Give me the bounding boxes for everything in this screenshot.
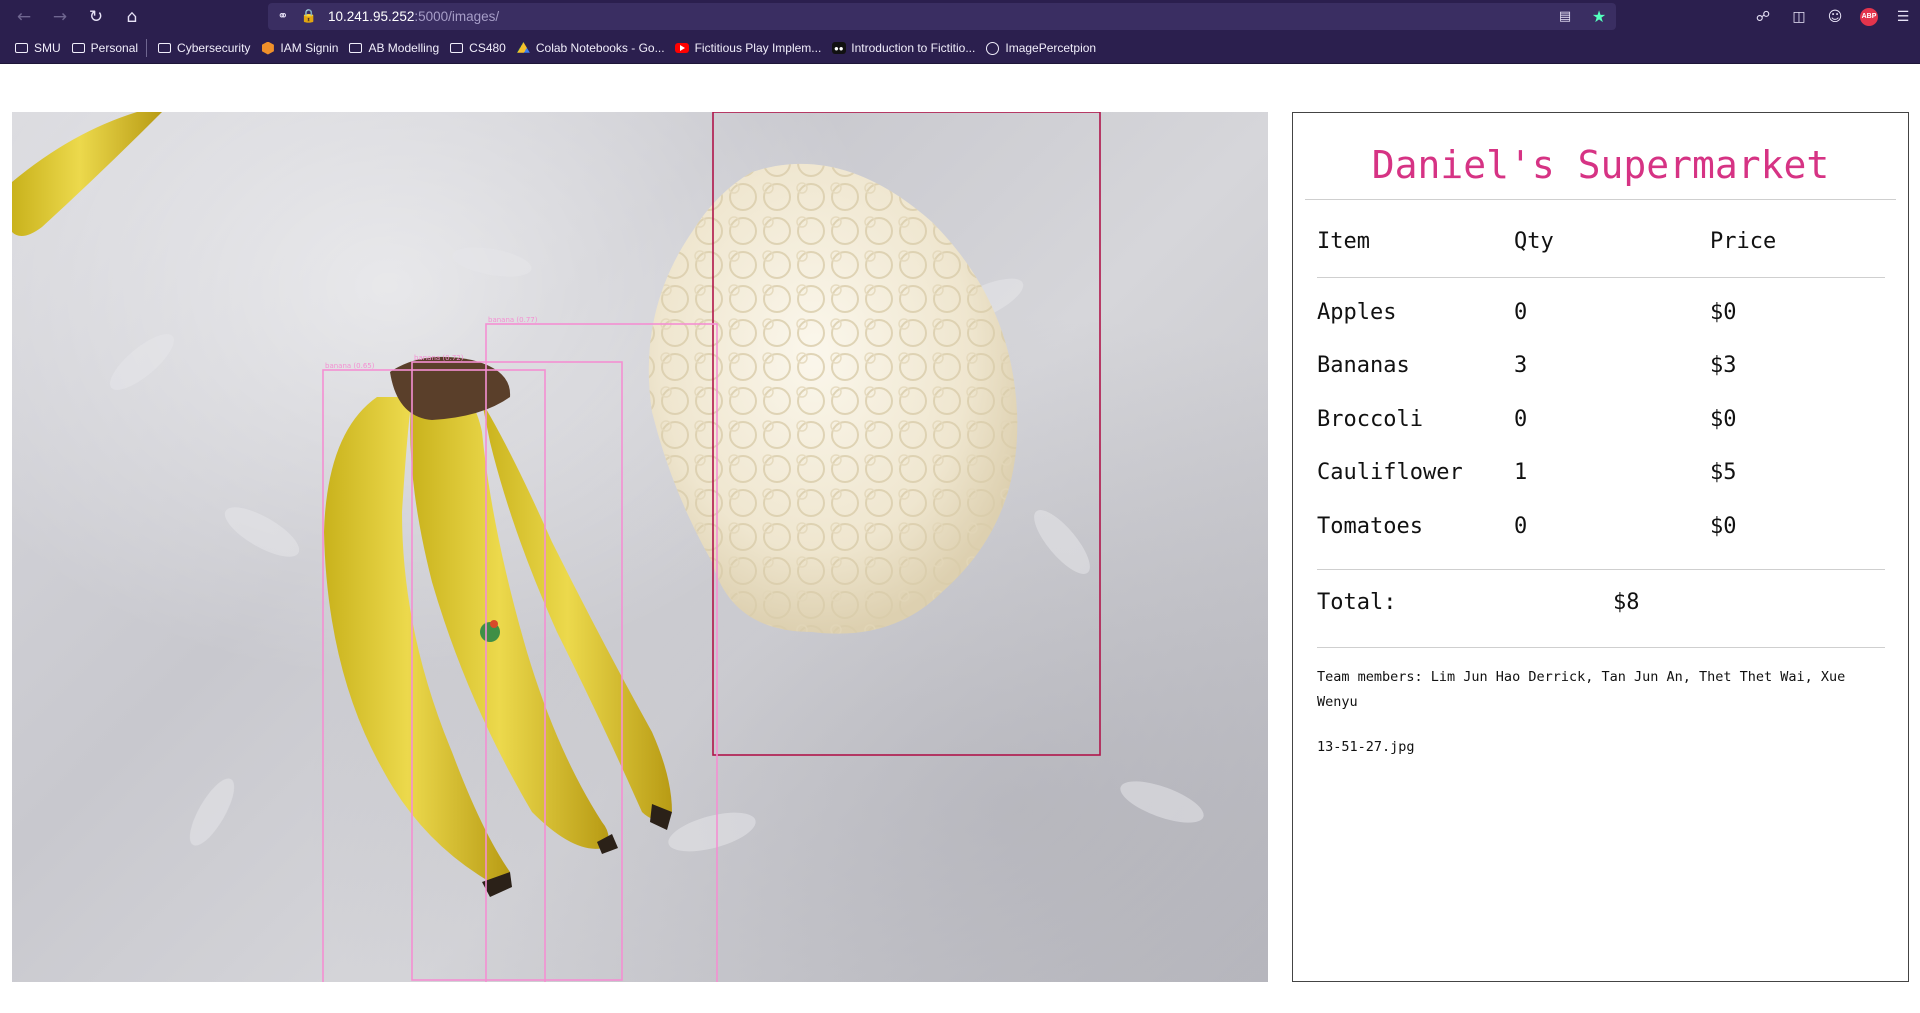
bookmark-iam-signin[interactable]: IAM Signin	[256, 36, 342, 60]
reload-button[interactable]: ↻	[78, 0, 114, 33]
receipt-row-tomatoes: Tomatoes 0 $0	[1317, 514, 1887, 546]
bookmark-smu[interactable]: SMU	[10, 36, 65, 60]
medium-icon: ●●	[831, 42, 846, 54]
folder-icon	[71, 43, 85, 53]
team-members: Team members: Lim Jun Hao Derrick, Tan J…	[1317, 669, 1846, 710]
sidebar-icon[interactable]: ◫	[1788, 6, 1810, 28]
back-button[interactable]: ←	[6, 0, 42, 33]
bookmark-label: Fictitious Play Implem...	[694, 41, 822, 55]
bananas	[324, 356, 672, 897]
bookmark-cybersecurity[interactable]: Cybersecurity	[153, 36, 254, 60]
aws-icon	[261, 41, 274, 55]
adblock-plus-icon[interactable]: ABP	[1860, 7, 1878, 26]
detection-image: banana (0.77) banana (0.72) banana (0.65…	[12, 112, 1268, 982]
row-qty: 0	[1514, 300, 1528, 325]
cauliflower	[648, 163, 1018, 634]
bookmark-label: SMU	[34, 41, 61, 55]
forward-button[interactable]: →	[42, 0, 78, 33]
row-item: Broccoli	[1317, 407, 1423, 432]
shield-icon[interactable]: ⚭	[272, 6, 294, 28]
bookmark-colab[interactable]: Colab Notebooks - Go...	[512, 36, 669, 60]
row-qty: 1	[1514, 460, 1528, 485]
home-button[interactable]: ⌂	[114, 0, 150, 33]
bookmark-label: Cybersecurity	[177, 41, 251, 55]
bookmark-label: CS480	[469, 41, 506, 55]
row-qty: 0	[1514, 407, 1528, 432]
folder-icon	[450, 43, 464, 53]
banana-detection-label-1: banana (0.77)	[488, 316, 538, 324]
banana-detection-label-2: banana (0.72)	[414, 354, 464, 362]
row-qty: 0	[1514, 514, 1528, 539]
row-item: Bananas	[1317, 353, 1410, 378]
folder-icon	[158, 43, 172, 53]
header-price: Price	[1710, 229, 1777, 254]
bookmark-star-icon[interactable]: ★	[1588, 5, 1610, 27]
total-value: $8	[1613, 590, 1640, 615]
detection-canvas: banana (0.77) banana (0.72) banana (0.65…	[12, 112, 1204, 982]
url-path: :5000/images/	[414, 9, 500, 24]
folder-icon	[15, 43, 28, 53]
bookmark-fictitious-play[interactable]: Fictitious Play Implem...	[671, 36, 826, 60]
receipt-row-apples: Apples 0 $0	[1317, 300, 1887, 332]
receipt-panel: Daniel's Supermarket Item Qty Price Appl…	[1292, 112, 1909, 982]
bookmark-label: Introduction to Fictitio...	[851, 41, 976, 55]
globe-icon	[986, 41, 1000, 55]
row-price: $5	[1710, 460, 1737, 485]
total-divider	[1317, 647, 1885, 648]
row-item: Cauliflower	[1317, 460, 1463, 485]
youtube-icon	[675, 43, 690, 53]
title-divider	[1305, 199, 1896, 200]
row-price: $0	[1710, 300, 1737, 325]
menu-icon[interactable]: ☰	[1892, 6, 1914, 28]
address-bar[interactable]: ⚭ 🔒 10.241.95.252:5000/images/ ▤ ★	[268, 3, 1616, 30]
bookmark-label: Personal	[90, 41, 139, 55]
header-qty: Qty	[1514, 229, 1554, 254]
browser-toolbar: ← → ↻ ⌂ ⚭ 🔒 10.241.95.252:5000/images/ ▤…	[0, 0, 1920, 33]
row-price: $0	[1710, 407, 1737, 432]
folder-icon	[349, 43, 363, 53]
row-item: Apples	[1317, 300, 1397, 325]
bookmark-label: Colab Notebooks - Go...	[535, 41, 665, 55]
header-divider	[1317, 277, 1885, 278]
row-price: $0	[1710, 514, 1737, 539]
url-host: 10.241.95.252	[328, 9, 415, 24]
bookmarks-bar: SMU Personal Cybersecurity IAM Signin AB…	[0, 33, 1920, 64]
row-price: $3	[1710, 353, 1737, 378]
banana-detection-label-3: banana (0.65)	[325, 362, 375, 370]
account-icon[interactable]: ☺	[1824, 6, 1846, 28]
receipt-row-bananas: Bananas 3 $3	[1317, 353, 1887, 385]
image-filename: 13-51-27.jpg	[1317, 739, 1415, 755]
receipt-header-row: Item Qty Price	[1317, 229, 1887, 261]
bookmark-label: ImagePercetpion	[1005, 41, 1097, 55]
bookmark-label: AB Modelling	[368, 41, 440, 55]
reader-view-icon[interactable]: ▤	[1554, 5, 1576, 27]
pocket-icon[interactable]: ☍	[1752, 6, 1774, 28]
store-title: Daniel's Supermarket	[1371, 143, 1830, 187]
google-drive-icon	[516, 42, 530, 53]
total-label: Total:	[1317, 590, 1397, 615]
row-item: Tomatoes	[1317, 514, 1423, 539]
bookmark-label: IAM Signin	[280, 41, 339, 55]
bookmark-ab-modelling[interactable]: AB Modelling	[344, 36, 443, 60]
banana-partial	[12, 112, 162, 236]
items-divider	[1317, 569, 1885, 570]
bookmark-intro-fictitious[interactable]: ●● Introduction to Fictitio...	[827, 36, 979, 60]
bookmark-personal[interactable]: Personal	[67, 36, 142, 60]
bookmark-cs480[interactable]: CS480	[445, 36, 510, 60]
lock-icon[interactable]: 🔒	[298, 6, 320, 28]
bookmark-separator	[146, 39, 148, 57]
bookmark-imagepercetpion[interactable]: ImagePercetpion	[981, 36, 1100, 60]
row-qty: 3	[1514, 353, 1528, 378]
receipt-row-cauliflower: Cauliflower 1 $5	[1317, 460, 1887, 492]
header-item: Item	[1317, 229, 1370, 254]
url-text[interactable]: 10.241.95.252:5000/images/	[328, 9, 499, 24]
receipt-row-broccoli: Broccoli 0 $0	[1317, 407, 1887, 439]
